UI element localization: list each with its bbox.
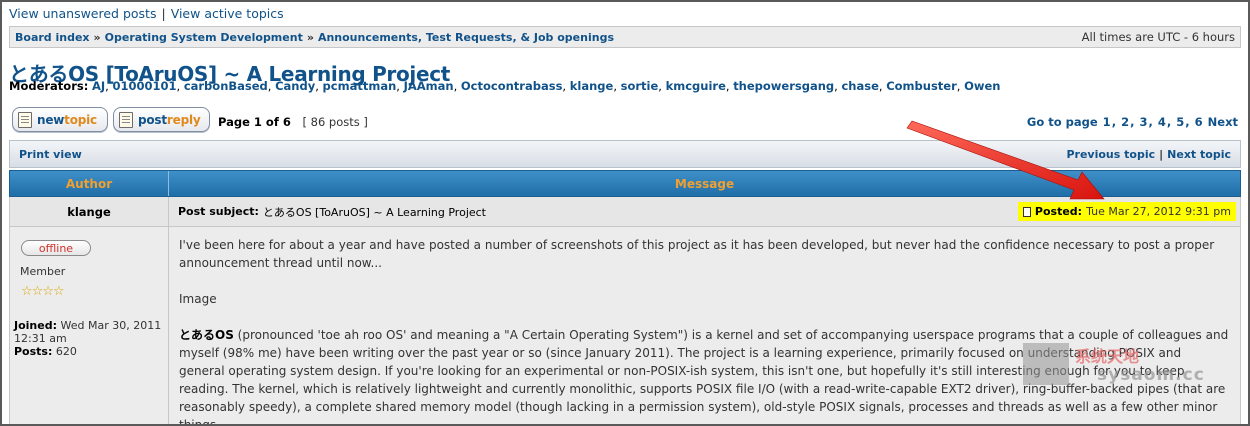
- breadcrumb-os-dev[interactable]: Operating System Development: [105, 31, 303, 44]
- topic-nav-separator: |: [1159, 147, 1164, 161]
- page-link[interactable]: 4: [1158, 115, 1166, 129]
- breadcrumb-separator: »: [306, 30, 314, 44]
- page-separator: ,: [1111, 115, 1121, 129]
- topic-nav: Previous topic | Next topic: [1066, 148, 1231, 161]
- author-details: Joined: Wed Mar 30, 2011 12:31 am Posts:…: [14, 319, 166, 358]
- moderator-link[interactable]: Owen: [964, 79, 1000, 93]
- breadcrumb-separator: »: [93, 30, 101, 44]
- posted-label: Posted:: [1034, 205, 1083, 218]
- post-paragraph-3: とあるOS (pronounced 'toe ah roo OS' and me…: [179, 326, 1230, 426]
- next-topic-link[interactable]: Next topic: [1167, 148, 1231, 161]
- page-link[interactable]: 5: [1176, 115, 1184, 129]
- post-author[interactable]: klange: [10, 197, 169, 226]
- status-badge: offline: [21, 240, 91, 256]
- page-link[interactable]: 2: [1121, 115, 1129, 129]
- breadcrumb: Board index» Operating System Development…: [15, 31, 614, 44]
- moderator-separator: ,: [176, 79, 184, 93]
- page-separator: ,: [1185, 115, 1194, 129]
- post-reply-label-b: reply: [166, 112, 201, 127]
- view-active-link[interactable]: View active topics: [171, 6, 284, 21]
- moderator-link[interactable]: pcmattman: [323, 79, 397, 93]
- message-column-header: Message: [674, 176, 735, 191]
- go-to-page: Go to page 1, 2, 3, 4, 5, 6 Next: [1027, 115, 1238, 129]
- print-bar: Print view Previous topic | Next topic: [9, 140, 1241, 168]
- author-column-header: Author: [10, 171, 169, 196]
- page-info: Page 1 of 6 [ 86 posts ]: [218, 115, 368, 129]
- post-image-placeholder: Image: [179, 292, 217, 306]
- breadcrumb-bar: Board index» Operating System Development…: [9, 26, 1241, 48]
- moderator-separator: ,: [658, 79, 666, 93]
- post-icon[interactable]: [1022, 206, 1031, 217]
- rank-stars-icon: ☆☆☆☆: [21, 284, 65, 299]
- post-paragraph-1: I've been here for about a year and have…: [179, 238, 1215, 270]
- moderator-link[interactable]: kmcguire: [666, 79, 726, 93]
- post-content: I've been here for about a year and have…: [169, 227, 1240, 426]
- posted-date-highlight: Posted: Tue Mar 27, 2012 9:31 pm: [1017, 202, 1236, 221]
- moderator-separator: ,: [956, 79, 965, 93]
- page-link[interactable]: 3: [1139, 115, 1147, 129]
- top-links: View unanswered posts | View active topics: [9, 6, 284, 21]
- previous-topic-link[interactable]: Previous topic: [1066, 148, 1155, 161]
- go-to-page-label: Go to page: [1026, 115, 1098, 129]
- new-topic-button[interactable]: newtopic: [12, 107, 108, 132]
- author-profile: offline Member ☆☆☆☆ Joined: Wed Mar 30, …: [10, 227, 169, 425]
- page-separator: ,: [1166, 115, 1176, 129]
- moderator-separator: ,: [396, 79, 404, 93]
- page-separator: ,: [1148, 115, 1157, 129]
- post-subject-label: Post subject:: [178, 205, 259, 218]
- moderator-separator: ,: [453, 79, 461, 93]
- post-subject-text: とあるOS [ToAruOS] ~ A Learning Project: [262, 205, 486, 219]
- post-reply-button[interactable]: postreply: [113, 107, 210, 132]
- post-reply-label-a: post: [138, 112, 167, 127]
- moderator-link[interactable]: 01000101: [112, 79, 176, 93]
- moderator-link[interactable]: AJ: [92, 79, 105, 93]
- posts-count: [ 86 posts ]: [302, 115, 368, 129]
- post-body-row: offline Member ☆☆☆☆ Joined: Wed Mar 30, …: [9, 227, 1241, 426]
- moderator-link[interactable]: klange: [570, 79, 614, 93]
- moderator-separator: ,: [562, 79, 570, 93]
- new-topic-label-a: new: [37, 112, 65, 127]
- post-reply-label: postreply: [138, 113, 201, 127]
- timezone-note: All times are UTC - 6 hours: [1081, 30, 1235, 44]
- page-of-text: Page 1 of 6: [218, 115, 291, 129]
- moderator-link[interactable]: chase: [841, 79, 878, 93]
- new-topic-icon: [18, 111, 32, 128]
- moderator-link[interactable]: Candy: [275, 79, 315, 93]
- posts-label: Posts:: [14, 345, 53, 358]
- post-paragraph-3-text: (pronounced 'toe ah roo OS' and meaning …: [179, 328, 1229, 426]
- moderators-line: Moderators: AJ, 01000101, carbonBased, C…: [9, 79, 1000, 93]
- author-post-count: 620: [55, 345, 77, 358]
- moderator-link[interactable]: JAAman: [404, 79, 454, 93]
- moderators-list: AJ, 01000101, carbonBased, Candy, pcmatt…: [92, 79, 1000, 93]
- posts-table-header: Author Message: [9, 170, 1241, 197]
- page-links: 1, 2, 3, 4, 5, 6: [1102, 115, 1204, 129]
- new-topic-label-b: topic: [64, 112, 97, 127]
- print-view-link[interactable]: Print view: [19, 148, 82, 161]
- next-page-link[interactable]: Next: [1208, 115, 1238, 129]
- moderators-label: Moderators:: [9, 79, 89, 93]
- new-topic-label: newtopic: [37, 113, 97, 127]
- view-unanswered-link[interactable]: View unanswered posts: [9, 6, 156, 21]
- moderator-link[interactable]: thepowersgang: [733, 79, 834, 93]
- moderator-link[interactable]: sortie: [621, 79, 659, 93]
- page-link[interactable]: 6: [1195, 115, 1203, 129]
- page-link[interactable]: 1: [1103, 115, 1111, 129]
- author-rank: Member: [20, 265, 66, 278]
- post-reply-icon: [119, 111, 133, 128]
- top-links-separator: |: [161, 6, 166, 21]
- moderator-link[interactable]: carbonBased: [184, 79, 268, 93]
- posted-date: Tue Mar 27, 2012 9:31 pm: [1086, 205, 1231, 218]
- moderator-separator: ,: [315, 79, 323, 93]
- os-name: とあるOS: [179, 328, 234, 342]
- moderator-separator: ,: [613, 79, 621, 93]
- breadcrumb-board-index[interactable]: Board index: [15, 31, 90, 44]
- page-separator: ,: [1130, 115, 1139, 129]
- moderator-separator: ,: [267, 79, 276, 93]
- moderator-link[interactable]: Octocontrabass: [461, 79, 563, 93]
- moderator-link[interactable]: Combuster: [886, 79, 957, 93]
- breadcrumb-announcements[interactable]: Announcements, Test Requests, & Job open…: [318, 31, 614, 44]
- post-header-row: klange Post subject: とあるOS [ToAruOS] ~ A…: [9, 197, 1241, 227]
- joined-label: Joined:: [14, 319, 57, 332]
